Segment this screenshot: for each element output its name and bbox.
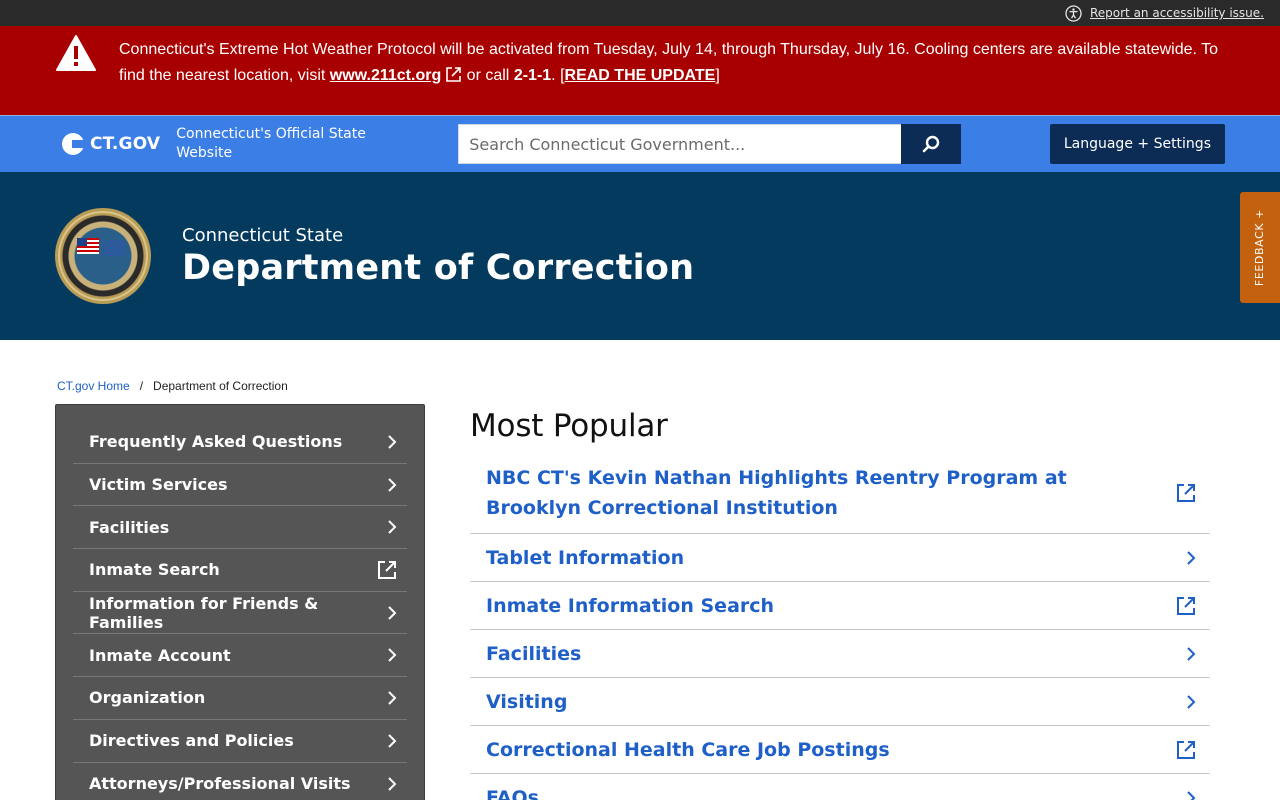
chevron-right-icon [1186, 550, 1196, 566]
popular-link-label: Facilities [486, 642, 582, 665]
sidebar-item-label: Inmate Search [89, 560, 220, 580]
most-popular-heading: Most Popular [470, 408, 668, 444]
sidebar-item[interactable]: Facilities [73, 506, 407, 550]
external-link-icon [1176, 483, 1196, 503]
external-link-icon [1176, 596, 1196, 616]
sidebar-item-label: Inmate Account [89, 645, 231, 665]
popular-link-item[interactable]: NBC CT's Kevin Nathan Highlights Reentry… [470, 452, 1210, 534]
sidebar-item-label: Directives and Policies [89, 731, 294, 751]
warning-icon [55, 34, 97, 72]
language-settings-button[interactable]: Language + Settings [1049, 124, 1225, 164]
breadcrumb-separator: / [139, 379, 144, 393]
chevron-right-icon [1186, 694, 1196, 710]
accessibility-wrap: Report an accessibility issue. [1065, 4, 1264, 22]
read-update-link[interactable]: READ THE UPDATE [565, 67, 716, 84]
alert-banner: Connecticut's Extreme Hot Weather Protoc… [0, 26, 1280, 115]
sidebar-item-label: Information for Friends & Families [89, 593, 319, 632]
ct-brand-text: CT.GOV [90, 134, 161, 154]
alert-text: Connecticut's Extreme Hot Weather Protoc… [119, 34, 1225, 92]
chevron-right-icon [387, 733, 397, 749]
breadcrumb-home-link[interactable]: CT.gov Home [57, 379, 130, 393]
agency-title: Department of Correction [182, 247, 695, 288]
sidebar-item[interactable]: Organization [73, 677, 407, 720]
popular-link-item[interactable]: Visiting [470, 678, 1210, 726]
us-flag-icon [77, 238, 99, 254]
side-navigation: Frequently Asked Questions Victim Service… [55, 404, 425, 800]
chevron-right-icon [387, 477, 397, 493]
doc-seal-logo [55, 208, 151, 304]
content-area: CT.gov Home / Department of Correction F… [0, 340, 1280, 800]
sidebar-item[interactable]: Attorneys/Professional Visits [73, 763, 407, 800]
search-button[interactable] [901, 124, 962, 164]
search-form [458, 124, 962, 164]
popular-link-label: Visiting [486, 690, 568, 713]
external-link-icon [445, 66, 462, 92]
popular-link-item[interactable]: Facilities [470, 630, 1210, 678]
ct-tagline: Connecticut's Official State Website [176, 126, 366, 161]
popular-link-label: NBC CT's Kevin Nathan Highlights Reentry… [486, 466, 1067, 519]
chevron-right-icon [1186, 790, 1196, 800]
sidebar-item[interactable]: Frequently Asked Questions [73, 421, 407, 464]
breadcrumb: CT.gov Home / Department of Correction [57, 379, 288, 393]
ct-flag-icon [103, 240, 125, 256]
chevron-right-icon [387, 519, 397, 535]
popular-link-label: Tablet Information [486, 546, 685, 569]
chevron-right-icon [387, 776, 397, 792]
feedback-label: FEEDBACK + [1253, 208, 1267, 287]
alert-text-middle: or call [462, 67, 514, 84]
popular-link-item[interactable]: FAQs [470, 774, 1210, 800]
agency-title-block: Connecticut State Department of Correcti… [182, 225, 694, 288]
alert-211-link[interactable]: www.211ct.org [330, 67, 441, 84]
sidebar-item[interactable]: Victim Services [73, 464, 407, 507]
sidebar-item[interactable]: Inmate Account [73, 634, 407, 678]
most-popular-list: NBC CT's Kevin Nathan Highlights Reentry… [470, 452, 1210, 800]
alert-text-after: . [ [551, 67, 565, 84]
external-link-icon [1176, 740, 1196, 760]
chevron-right-icon [1186, 646, 1196, 662]
global-header: CT.GOV Connecticut's Official State Webs… [0, 115, 1280, 172]
popular-link-item[interactable]: Inmate Information Search [470, 582, 1210, 630]
popular-link-label: FAQs [486, 786, 539, 800]
ct-gov-logo[interactable]: CT.GOV [62, 133, 160, 155]
popular-link-item[interactable]: Correctional Health Care Job Postings [470, 726, 1210, 774]
sidebar-item-label: Attorneys/Professional Visits [89, 774, 351, 794]
breadcrumb-current: Department of Correction [153, 379, 288, 393]
seal-ring [58, 211, 148, 301]
chevron-right-icon [387, 605, 397, 621]
agency-pre-title: Connecticut State [182, 224, 344, 246]
search-icon [922, 135, 940, 153]
sidebar-item[interactable]: Information for Friends & Families [73, 592, 407, 635]
popular-link-label: Inmate Information Search [486, 594, 775, 617]
utility-bar: Report an accessibility issue. [0, 0, 1280, 26]
popular-link-label: Correctional Health Care Job Postings [486, 738, 890, 761]
sidebar-item-label: Facilities [89, 517, 170, 537]
alert-phone: 2-1-1 [513, 67, 552, 84]
chevron-right-icon [387, 690, 397, 706]
feedback-tab[interactable]: FEEDBACK + [1240, 192, 1280, 303]
alert-text-close: ] [715, 67, 720, 84]
chevron-right-icon [387, 434, 397, 450]
sidebar-item-label: Frequently Asked Questions [89, 432, 343, 452]
popular-link-item[interactable]: Tablet Information [470, 534, 1210, 582]
sidebar-item-label: Victim Services [89, 475, 228, 495]
alert-link-label: www.211ct.org [329, 67, 442, 84]
agency-banner: Connecticut State Department of Correcti… [0, 172, 1280, 340]
report-accessibility-link[interactable]: Report an accessibility issue. [1090, 6, 1264, 20]
external-link-icon [377, 560, 397, 580]
accessibility-icon [1065, 4, 1082, 22]
search-input[interactable] [458, 124, 902, 164]
main-content: Most Popular NBC CT's Kevin Nathan Highl… [470, 404, 1210, 800]
sidebar-item-label: Organization [89, 688, 206, 708]
sidebar-item[interactable]: Directives and Policies [73, 720, 407, 763]
ct-logo-icon [62, 133, 84, 155]
chevron-right-icon [387, 647, 397, 663]
sidebar-item[interactable]: Inmate Search [73, 549, 407, 592]
